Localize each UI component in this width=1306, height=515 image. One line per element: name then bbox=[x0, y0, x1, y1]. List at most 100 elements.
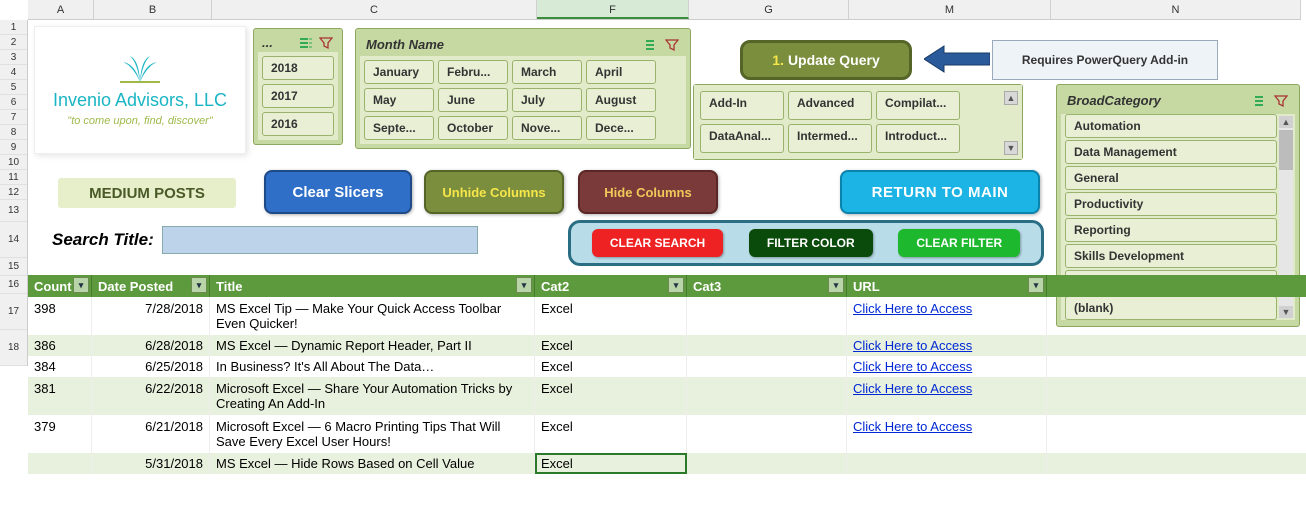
cell[interactable]: 379 bbox=[28, 415, 92, 453]
column-header-N[interactable]: N bbox=[1051, 0, 1301, 19]
cell-url[interactable]: Click Here to Access bbox=[847, 356, 1047, 377]
column-header-F[interactable]: F bbox=[537, 0, 689, 19]
row-header-13[interactable]: 13 bbox=[0, 200, 27, 222]
cell[interactable] bbox=[687, 415, 847, 453]
slicer-item[interactable]: Septe... bbox=[364, 116, 434, 140]
cell[interactable]: Excel bbox=[535, 335, 687, 356]
column-header-title[interactable]: Title▾ bbox=[210, 275, 535, 297]
cell[interactable]: 7/28/2018 bbox=[92, 297, 210, 335]
cell[interactable]: 5/31/2018 bbox=[92, 453, 210, 474]
row-header-3[interactable]: 3 bbox=[0, 50, 27, 65]
cell[interactable]: 386 bbox=[28, 335, 92, 356]
row-header-14[interactable]: 14 bbox=[0, 222, 27, 258]
slicer-item[interactable]: DataAnal... bbox=[700, 124, 784, 153]
access-link[interactable]: Click Here to Access bbox=[853, 301, 972, 316]
cell[interactable]: MS Excel Tip — Make Your Quick Access To… bbox=[210, 297, 535, 335]
scroll-down-icon[interactable]: ▼ bbox=[1004, 141, 1018, 155]
cell[interactable]: Excel bbox=[535, 415, 687, 453]
row-header-7[interactable]: 7 bbox=[0, 110, 27, 125]
slicer-item[interactable]: Add-In bbox=[700, 91, 784, 120]
cell-url[interactable]: Click Here to Access bbox=[847, 297, 1047, 335]
row-header-8[interactable]: 8 bbox=[0, 125, 27, 140]
column-header-M[interactable]: M bbox=[849, 0, 1051, 19]
cell[interactable]: Excel bbox=[535, 377, 687, 415]
slicer-item[interactable]: Dece... bbox=[586, 116, 656, 140]
row-header-9[interactable]: 9 bbox=[0, 140, 27, 155]
row-header-2[interactable]: 2 bbox=[0, 35, 27, 50]
slicer-item[interactable]: Advanced bbox=[788, 91, 872, 120]
slicer-item[interactable]: 2017 bbox=[262, 84, 334, 108]
update-query-button[interactable]: 1. Update Query bbox=[740, 40, 912, 80]
slicer-item[interactable]: Febru... bbox=[438, 60, 508, 84]
multiselect-icon[interactable] bbox=[644, 38, 660, 52]
cell[interactable]: MS Excel — Hide Rows Based on Cell Value bbox=[210, 453, 535, 474]
scroll-thumb[interactable] bbox=[1279, 130, 1293, 170]
slicer-item[interactable]: July bbox=[512, 88, 582, 112]
cell[interactable]: 384 bbox=[28, 356, 92, 377]
multiselect-icon[interactable] bbox=[298, 36, 314, 50]
clear-filter-icon[interactable] bbox=[1273, 94, 1289, 108]
slicer-item[interactable]: October bbox=[438, 116, 508, 140]
slicer-tags-scrollbar[interactable]: ▲ ▼ bbox=[1004, 91, 1018, 153]
cell[interactable] bbox=[687, 297, 847, 335]
cell-url[interactable] bbox=[847, 453, 1047, 474]
scroll-up-icon[interactable]: ▲ bbox=[1279, 116, 1293, 128]
cell[interactable]: Excel bbox=[535, 356, 687, 377]
cell-url[interactable]: Click Here to Access bbox=[847, 415, 1047, 453]
column-header-A[interactable]: A bbox=[28, 0, 94, 19]
cell[interactable]: Microsoft Excel — 6 Macro Printing Tips … bbox=[210, 415, 535, 453]
filter-dropdown-icon[interactable]: ▾ bbox=[516, 277, 532, 293]
cell-url[interactable]: Click Here to Access bbox=[847, 335, 1047, 356]
cell[interactable] bbox=[687, 377, 847, 415]
filter-dropdown-icon[interactable]: ▾ bbox=[1028, 277, 1044, 293]
slicer-item[interactable]: Automation bbox=[1065, 114, 1277, 138]
slicer-item[interactable]: March bbox=[512, 60, 582, 84]
cell[interactable]: Excel bbox=[535, 297, 687, 335]
slicer-item[interactable]: Introduct... bbox=[876, 124, 960, 153]
column-header-cat2[interactable]: Cat2▾ bbox=[535, 275, 687, 297]
row-header-1[interactable]: 1 bbox=[0, 20, 27, 35]
access-link[interactable]: Click Here to Access bbox=[853, 419, 972, 434]
cell[interactable]: In Business? It's All About The Data… bbox=[210, 356, 535, 377]
slicer-item[interactable]: 2018 bbox=[262, 56, 334, 80]
slicer-item[interactable]: Intermed... bbox=[788, 124, 872, 153]
slicer-item[interactable]: January bbox=[364, 60, 434, 84]
row-header-4[interactable]: 4 bbox=[0, 65, 27, 80]
clear-filter-icon[interactable] bbox=[318, 36, 334, 50]
column-header-C[interactable]: C bbox=[212, 0, 537, 19]
cell[interactable]: 6/25/2018 bbox=[92, 356, 210, 377]
access-link[interactable]: Click Here to Access bbox=[853, 359, 972, 374]
slicer-item[interactable]: April bbox=[586, 60, 656, 84]
slicer-item[interactable]: Skills Development bbox=[1065, 244, 1277, 268]
filter-dropdown-icon[interactable]: ▾ bbox=[828, 277, 844, 293]
row-header-17[interactable]: 17 bbox=[0, 294, 27, 330]
filter-dropdown-icon[interactable]: ▾ bbox=[668, 277, 684, 293]
row-header-5[interactable]: 5 bbox=[0, 80, 27, 95]
slicer-item[interactable]: June bbox=[438, 88, 508, 112]
filter-dropdown-icon[interactable]: ▾ bbox=[73, 277, 89, 293]
row-header-18[interactable]: 18 bbox=[0, 330, 27, 366]
column-header-date-posted[interactable]: Date Posted▾ bbox=[92, 275, 210, 297]
cell[interactable] bbox=[687, 335, 847, 356]
slicer-item[interactable]: Reporting bbox=[1065, 218, 1277, 242]
clear-filter-button[interactable]: CLEAR FILTER bbox=[898, 229, 1020, 257]
unhide-columns-button[interactable]: Unhide Columns bbox=[424, 170, 564, 214]
row-header-10[interactable]: 10 bbox=[0, 155, 27, 170]
filter-color-button[interactable]: FILTER COLOR bbox=[749, 229, 873, 257]
search-input[interactable] bbox=[162, 226, 478, 254]
row-header-15[interactable]: 15 bbox=[0, 258, 27, 276]
row-header-12[interactable]: 12 bbox=[0, 185, 27, 200]
access-link[interactable]: Click Here to Access bbox=[853, 381, 972, 396]
cell[interactable]: Microsoft Excel — Share Your Automation … bbox=[210, 377, 535, 415]
clear-slicers-button[interactable]: Clear Slicers bbox=[264, 170, 412, 214]
slicer-month[interactable]: Month Name JanuaryFebru...MarchAprilMayJ… bbox=[355, 28, 691, 149]
cell[interactable]: MS Excel — Dynamic Report Header, Part I… bbox=[210, 335, 535, 356]
column-header-cat3[interactable]: Cat3▾ bbox=[687, 275, 847, 297]
column-header-G[interactable]: G bbox=[689, 0, 849, 19]
return-to-main-button[interactable]: RETURN TO MAIN bbox=[840, 170, 1040, 214]
slicer-item[interactable]: Productivity bbox=[1065, 192, 1277, 216]
row-header-6[interactable]: 6 bbox=[0, 95, 27, 110]
hide-columns-button[interactable]: Hide Columns bbox=[578, 170, 718, 214]
access-link[interactable]: Click Here to Access bbox=[853, 338, 972, 353]
row-header-16[interactable]: 16 bbox=[0, 276, 27, 294]
